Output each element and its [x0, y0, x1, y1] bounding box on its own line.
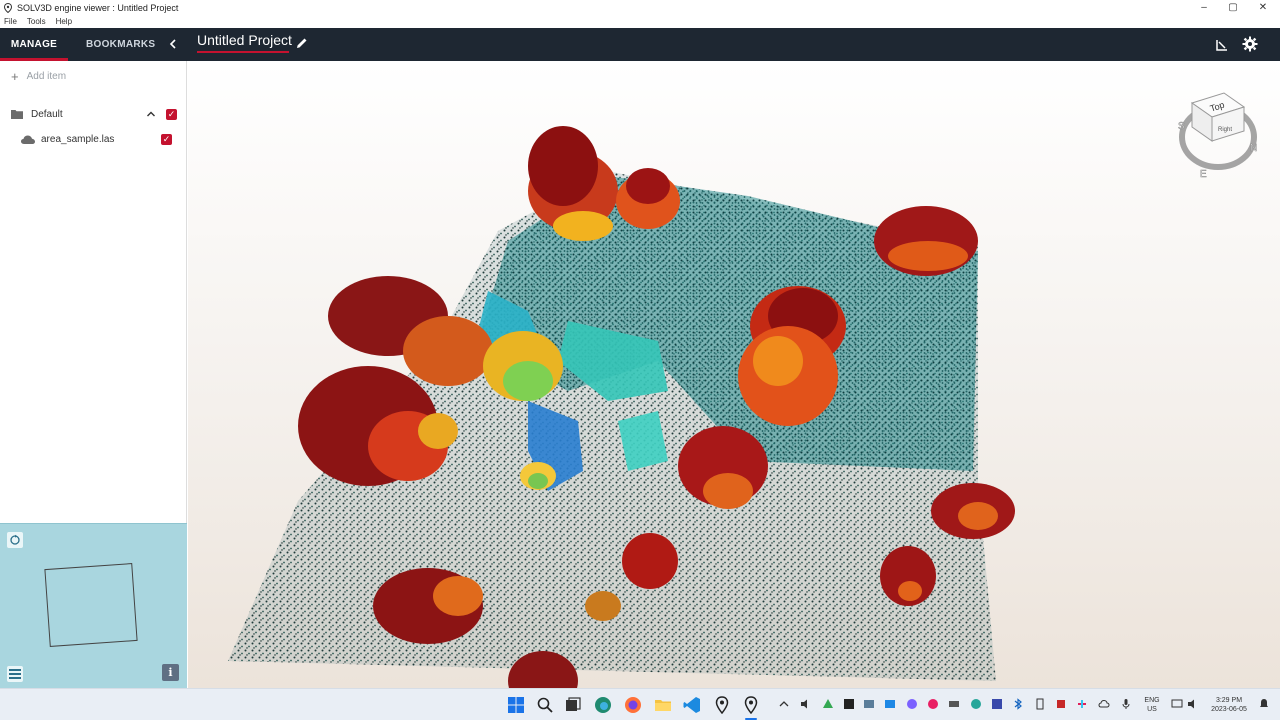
- app-tray-icon[interactable]: [970, 698, 982, 710]
- vscode-icon[interactable]: [683, 696, 701, 714]
- tab-manage[interactable]: MANAGE: [0, 28, 68, 61]
- edge-icon[interactable]: [594, 696, 612, 714]
- region-label: US: [1147, 706, 1157, 713]
- menu-help[interactable]: Help: [56, 17, 72, 26]
- point-cloud-render[interactable]: Top Right S N E: [188, 61, 1280, 688]
- gear-icon[interactable]: [1242, 36, 1258, 52]
- pencil-icon[interactable]: [295, 36, 309, 50]
- chevron-left-icon: [169, 39, 176, 49]
- tab-bookmarks-label: BOOKMARKS: [86, 39, 156, 50]
- search-icon[interactable]: [536, 696, 554, 714]
- app-tray-icon[interactable]: [948, 698, 960, 710]
- collapse-sidebar-button[interactable]: [166, 36, 180, 52]
- speaker-icon[interactable]: [800, 698, 812, 710]
- windows-taskbar: ENG US 3:29 PM 2023-06-05: [0, 688, 1280, 720]
- window-title: SOLV3D engine viewer : Untitled Project: [17, 2, 179, 13]
- layers-panel: + Add item Default ✓ area_sample.las ✓: [0, 61, 187, 523]
- app-tray-icon[interactable]: [1055, 698, 1067, 710]
- minimize-button[interactable]: –: [1189, 0, 1219, 15]
- info-button[interactable]: i: [162, 664, 179, 681]
- 3d-viewport[interactable]: Top Right S N E: [188, 61, 1280, 688]
- solv3d-icon[interactable]: [742, 696, 760, 714]
- window-titlebar: SOLV3D engine viewer : Untitled Project: [0, 0, 1280, 15]
- maximize-button[interactable]: ▢: [1218, 0, 1248, 15]
- compass-east-label: E: [1200, 169, 1207, 180]
- task-view-icon[interactable]: [564, 696, 582, 714]
- drive-icon[interactable]: [822, 698, 834, 710]
- clock-date: 2023-06-05: [1211, 706, 1247, 713]
- list-button[interactable]: [7, 666, 23, 682]
- network-icon[interactable]: [1171, 698, 1183, 710]
- minimap-view-frame[interactable]: [44, 563, 138, 647]
- reset-view-icon: [10, 534, 20, 545]
- tab-manage-label: MANAGE: [10, 39, 58, 50]
- reset-view-button[interactable]: [7, 532, 23, 548]
- navcube-front-label: Right: [1218, 127, 1232, 133]
- app-tray-icon[interactable]: [991, 698, 1003, 710]
- app-tray-icon[interactable]: [863, 698, 875, 710]
- app-tray-icon[interactable]: [884, 698, 896, 710]
- terminal-icon[interactable]: [843, 698, 855, 710]
- firefox-icon[interactable]: [624, 696, 642, 714]
- app-header: MANAGE BOOKMARKS Untitled Project: [0, 28, 1280, 61]
- cloud-icon: [21, 135, 35, 144]
- project-title[interactable]: Untitled Project: [197, 32, 292, 48]
- battery-icon[interactable]: [1034, 698, 1046, 710]
- minimap[interactable]: i: [0, 523, 187, 688]
- solv3d-icon[interactable]: [713, 696, 731, 714]
- menu-file[interactable]: File: [4, 17, 17, 26]
- clock-time: 3:29 PM: [1215, 697, 1243, 704]
- microphone-icon[interactable]: [1120, 698, 1132, 710]
- add-item-label: Add item: [26, 71, 67, 82]
- close-button[interactable]: ✕: [1248, 0, 1278, 15]
- add-item-button[interactable]: + Add item: [11, 69, 66, 84]
- menu-tools[interactable]: Tools: [27, 17, 46, 26]
- point-cloud-visibility-checkbox[interactable]: ✓: [161, 134, 172, 145]
- app-tray-icon[interactable]: [906, 698, 918, 710]
- folder-label: Default: [31, 108, 63, 120]
- bluetooth-icon[interactable]: [1012, 698, 1024, 710]
- windows-start-icon[interactable]: [507, 696, 525, 714]
- slack-icon[interactable]: [1076, 698, 1088, 710]
- folder-icon: [11, 110, 23, 119]
- file-explorer-icon[interactable]: [654, 696, 672, 714]
- ruler-icon[interactable]: [1215, 38, 1229, 52]
- chevron-up-icon[interactable]: [146, 109, 156, 119]
- tree-folder-default[interactable]: Default ✓: [0, 104, 186, 124]
- app-logo-icon: [3, 2, 13, 13]
- navigation-cube[interactable]: Top Right S N E: [1178, 92, 1257, 180]
- project-title-underline: [197, 51, 289, 53]
- compass-north-label: N: [1250, 143, 1257, 154]
- compass-south-label: S: [1178, 121, 1185, 132]
- point-cloud-label: area_sample.las: [41, 133, 115, 145]
- menu-bar: File Tools Help: [0, 15, 1280, 28]
- tree-item-point-cloud[interactable]: area_sample.las ✓: [0, 129, 186, 149]
- app-tray-icon[interactable]: [927, 698, 939, 710]
- volume-icon[interactable]: [1187, 698, 1199, 710]
- language-label: ENG: [1144, 697, 1160, 704]
- cloud-sync-icon[interactable]: [1098, 698, 1110, 710]
- clock[interactable]: 3:29 PM 2023-06-05: [1205, 696, 1253, 714]
- folder-visibility-checkbox[interactable]: ✓: [166, 109, 177, 120]
- tab-bookmarks[interactable]: BOOKMARKS: [86, 28, 155, 61]
- list-icon: [9, 669, 21, 679]
- plus-icon: +: [11, 69, 19, 84]
- language-indicator[interactable]: ENG US: [1140, 696, 1164, 714]
- chevron-up-icon[interactable]: [778, 698, 790, 710]
- notification-icon[interactable]: [1258, 698, 1270, 710]
